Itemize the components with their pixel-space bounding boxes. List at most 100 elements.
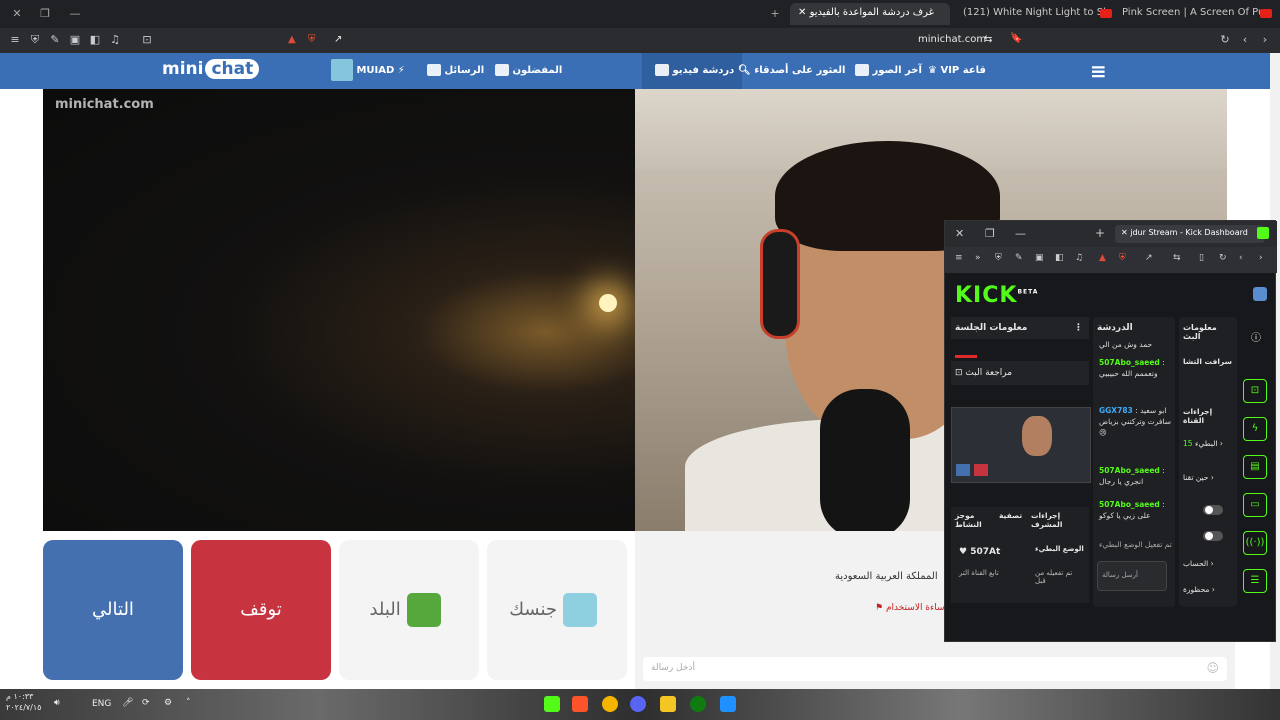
- info-icon[interactable]: ⓘ: [1251, 329, 1261, 344]
- slow-mode-item[interactable]: البطيء 15 ›: [1183, 439, 1235, 448]
- tabs-icon[interactable]: ▣: [68, 33, 82, 47]
- nav-messages[interactable]: الرسائل: [422, 53, 484, 89]
- extension-icon[interactable]: ✎: [1015, 253, 1023, 263]
- pin-item[interactable]: حين تقنا ›: [1183, 473, 1235, 482]
- nav-favorites[interactable]: المفضلون: [490, 53, 562, 89]
- discord-app-icon[interactable]: [630, 696, 646, 712]
- nav-user[interactable]: MUIAD ⚡: [326, 53, 405, 89]
- close-window-icon[interactable]: ✕: [10, 7, 24, 21]
- music-icon[interactable]: ♫: [1075, 253, 1083, 263]
- message-input[interactable]: أدخل رسالة ☺: [643, 657, 1227, 681]
- settings-icon[interactable]: ⚙︎: [164, 698, 172, 708]
- chat-send-input[interactable]: أرسل رسالة: [1097, 561, 1167, 591]
- hamburger-menu-button[interactable]: ≡: [1090, 53, 1107, 89]
- nav-photos[interactable]: آخر الصور: [850, 53, 922, 89]
- minimize-window-icon[interactable]: —: [68, 7, 82, 21]
- reload-icon[interactable]: ↻: [1218, 33, 1232, 47]
- share-icon[interactable]: ↗: [334, 34, 342, 45]
- new-tab-icon[interactable]: +: [1095, 226, 1105, 240]
- forward-icon[interactable]: ›: [1258, 33, 1272, 47]
- stop-button[interactable]: توقف: [191, 540, 331, 680]
- sync-icon[interactable]: ⟳: [142, 698, 150, 708]
- channel-actions-item[interactable]: إجراءات القناة: [1183, 407, 1235, 425]
- report-link[interactable]: ⚑ إساءة الاستخدام: [875, 603, 947, 613]
- translate-icon[interactable]: ⇆: [1173, 253, 1181, 263]
- url-text[interactable]: minichat.com: [918, 34, 986, 45]
- screenshot-icon[interactable]: ⊡: [140, 33, 154, 47]
- profile-avatar[interactable]: [1253, 287, 1267, 301]
- broadcast-icon[interactable]: ((·)): [1243, 531, 1267, 555]
- brave-app-icon[interactable]: [572, 696, 588, 712]
- chat-username[interactable]: 507Abo_saeed: [1099, 358, 1160, 367]
- chrome-app-icon[interactable]: [602, 696, 618, 712]
- emoji-icon[interactable]: ☺: [1206, 661, 1219, 675]
- lightning-icon[interactable]: ϟ: [1243, 417, 1267, 441]
- mic-icon[interactable]: 🎤︎: [122, 698, 133, 708]
- restore-window-icon[interactable]: ❐: [985, 227, 995, 240]
- translate-icon[interactable]: ⇆: [984, 34, 992, 45]
- chat-username[interactable]: GGX783: [1099, 406, 1133, 415]
- alert-icon[interactable]: ▲: [1099, 253, 1106, 263]
- more-icon[interactable]: ⋮: [1074, 323, 1083, 333]
- review-stream-header[interactable]: ⊡ مراجعة البث: [951, 361, 1089, 385]
- chat-bubble-icon[interactable]: ▭: [1243, 493, 1267, 517]
- sidebar-icon[interactable]: ◧: [88, 33, 102, 47]
- extension-icon[interactable]: ✎: [48, 33, 62, 47]
- minichat-logo[interactable]: mini chat: [162, 59, 260, 79]
- clock[interactable]: ١٠:٣٣ م ٢٠٢٤/٧/١٥: [6, 691, 41, 713]
- tab-minichat[interactable]: ✕ غرف دردشة المواعدة بالفيديو: [790, 3, 950, 25]
- chevron-up-icon[interactable]: ˄: [186, 698, 191, 708]
- back-icon[interactable]: ‹: [1239, 253, 1243, 263]
- nav-vip[interactable]: ♛ VIP قاعة: [928, 53, 986, 89]
- chat-username[interactable]: 507Abo_saeed: [1099, 500, 1160, 509]
- new-tab-icon[interactable]: +: [768, 7, 782, 21]
- brave-shield-icon[interactable]: ⛨: [308, 34, 316, 45]
- banned-item[interactable]: محظورة ›: [1183, 585, 1235, 594]
- windows-start-icon[interactable]: [720, 696, 736, 712]
- nav-video-chat[interactable]: دردشة فيديو: [642, 53, 743, 89]
- brave-shield-icon[interactable]: ⛨: [1119, 253, 1126, 263]
- minimize-window-icon[interactable]: —: [1015, 227, 1026, 240]
- shield-icon[interactable]: ⛨: [28, 33, 42, 47]
- kick-logo[interactable]: KICKBETA: [955, 283, 1038, 308]
- country-button[interactable]: البلد: [339, 540, 479, 680]
- menu-icon[interactable]: ≡: [8, 33, 22, 47]
- restore-window-icon[interactable]: ❐: [38, 7, 52, 21]
- toggle-switch[interactable]: [1203, 531, 1223, 541]
- close-tab-icon[interactable]: ✕: [798, 7, 810, 18]
- tabs-icon[interactable]: ▣: [1035, 253, 1044, 263]
- chat-username[interactable]: 507Abo_saeed: [1099, 466, 1160, 475]
- volume-icon[interactable]: 🔊︎: [54, 698, 60, 708]
- stream-settings-item[interactable]: سرافت التشا: [1183, 357, 1235, 366]
- next-button[interactable]: التالي: [43, 540, 183, 680]
- bookmark-icon[interactable]: 🔖: [1010, 33, 1022, 44]
- kick-app-icon[interactable]: [544, 696, 560, 712]
- reload-icon[interactable]: ↻: [1219, 253, 1227, 263]
- shield-icon[interactable]: ⛨: [995, 253, 1002, 263]
- stream-preview-thumbnail[interactable]: [951, 407, 1091, 483]
- back-icon[interactable]: ‹: [1238, 33, 1252, 47]
- address-bar[interactable]: ▲ ⛨ ↗ minichat.com ⇆ 🔖: [280, 31, 1040, 50]
- forward-icon[interactable]: ›: [1259, 253, 1263, 263]
- sidebar-icon[interactable]: ◧: [1055, 253, 1064, 263]
- music-icon[interactable]: ♫: [108, 33, 122, 47]
- toggle-switch[interactable]: [1203, 505, 1223, 515]
- share-icon[interactable]: ↗: [1145, 253, 1153, 263]
- kick-tab[interactable]: ✕ jdur Stream - Kick Dashboard: [1115, 225, 1265, 243]
- close-window-icon[interactable]: ✕: [955, 227, 964, 240]
- nav-find-friends[interactable]: 🔍︎ العثور على أصدقاء: [738, 53, 845, 89]
- xbox-app-icon[interactable]: [690, 696, 706, 712]
- language-indicator[interactable]: ENG: [92, 699, 111, 709]
- close-tab-icon[interactable]: ✕: [1121, 228, 1130, 237]
- folder-app-icon[interactable]: [660, 696, 676, 712]
- account-item[interactable]: الحساب ›: [1183, 559, 1235, 568]
- bookmark-icon[interactable]: ▯: [1199, 253, 1204, 263]
- tab-white-night[interactable]: (121) White Night Light to Sleep With: [955, 3, 1110, 25]
- stack-icon[interactable]: ☰: [1243, 569, 1267, 593]
- document-icon[interactable]: ▤: [1243, 455, 1267, 479]
- menu-icon[interactable]: ≡: [955, 253, 963, 263]
- gender-button[interactable]: جنسك: [487, 540, 627, 680]
- alert-icon[interactable]: ▲: [288, 34, 296, 45]
- double-chevron-icon[interactable]: »: [975, 253, 981, 263]
- tab-pink-screen[interactable]: Pink Screen | A Screen Of Pure Pink: [1114, 3, 1264, 25]
